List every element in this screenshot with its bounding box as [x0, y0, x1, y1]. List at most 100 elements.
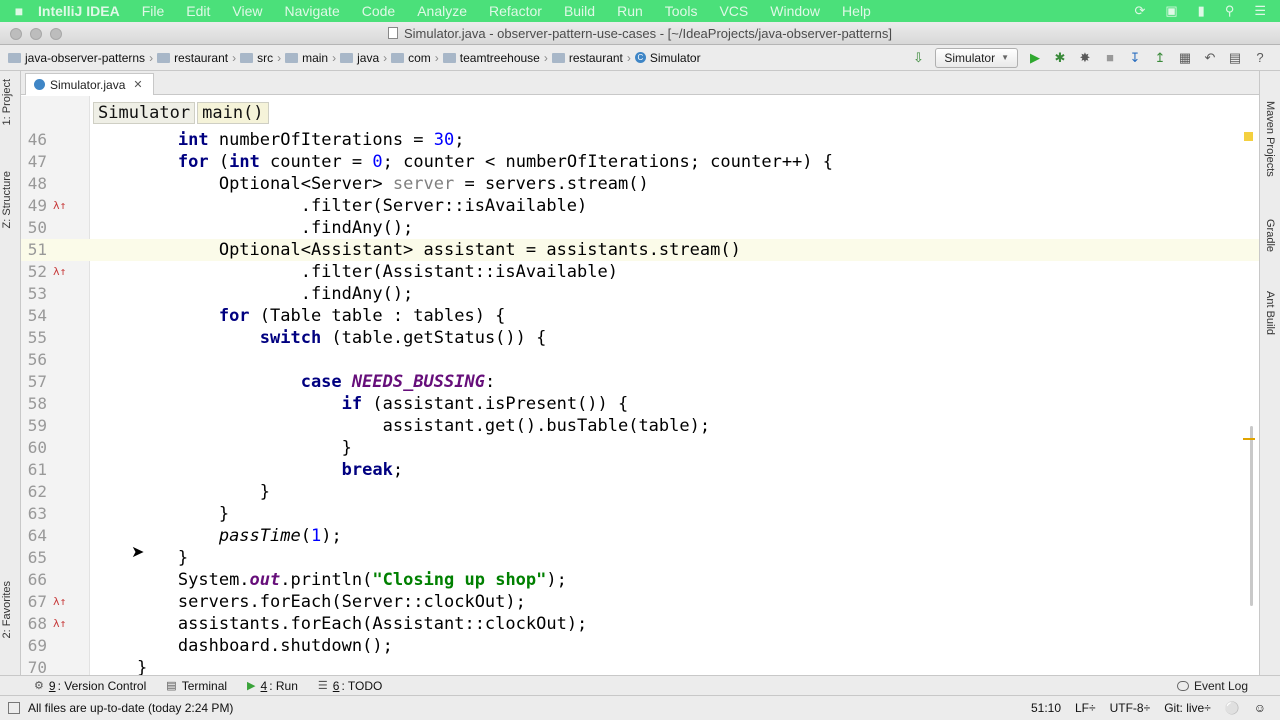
close-window-button[interactable] — [10, 28, 22, 40]
event-log-button[interactable]: Event Log — [1176, 679, 1248, 693]
app-name-menu[interactable]: IntelliJ IDEA — [38, 3, 120, 19]
code-editor[interactable]: Simulator main() 46 int numberOfIteratio… — [21, 96, 1259, 675]
project-structure-icon[interactable]: ▤ — [1227, 50, 1243, 66]
zoom-window-button[interactable] — [50, 28, 62, 40]
inspection-status-icon[interactable] — [1244, 132, 1253, 141]
tool-window-gradle[interactable]: Gradle — [1264, 219, 1276, 252]
code-text: } — [218, 504, 230, 524]
menu-edit[interactable]: Edit — [186, 3, 210, 19]
help-icon[interactable]: ? — [1252, 50, 1268, 66]
display-icon[interactable]: ▣ — [1165, 3, 1177, 19]
tool-window-project[interactable]: 1: Project — [1, 79, 13, 125]
lambda-icon[interactable]: λ↑ — [53, 617, 67, 631]
build-hammer-icon[interactable]: ⇩ — [910, 50, 926, 66]
run-icon: ▶ — [247, 680, 256, 692]
menu-code[interactable]: Code — [362, 3, 395, 19]
sync-icon[interactable]: ⟳ — [1134, 3, 1145, 19]
tool-window-terminal[interactable]: ▤ Terminal — [166, 679, 227, 693]
lambda-icon[interactable]: λ↑ — [53, 265, 67, 279]
chevron-right-icon: › — [626, 50, 631, 65]
menu-help[interactable]: Help — [842, 3, 871, 19]
code-text: assistant.get().busTable(table); — [382, 416, 711, 436]
menu-file[interactable]: File — [142, 3, 165, 19]
tool-windows-toggle-icon[interactable] — [8, 702, 20, 714]
document-icon — [387, 27, 398, 39]
folder-icon — [240, 52, 254, 63]
line-number: 61 — [27, 460, 47, 479]
git-branch[interactable]: Git: live÷ — [1164, 701, 1211, 715]
breadcrumb-item[interactable]: com › — [391, 51, 439, 65]
folder-icon — [442, 52, 456, 63]
chevron-right-icon: › — [149, 50, 154, 65]
current-line-marker[interactable] — [1243, 438, 1255, 440]
close-icon[interactable]: ✕ — [133, 78, 142, 91]
tool-window-structure[interactable]: Z: Structure — [1, 171, 13, 228]
breadcrumb-item[interactable]: restaurant › — [551, 50, 631, 65]
breadcrumb-item[interactable]: main › — [285, 51, 336, 65]
notification-icon[interactable]: ☰ — [1254, 3, 1266, 19]
line-number: 69 — [27, 636, 47, 655]
vertical-scrollbar[interactable] — [1250, 426, 1253, 606]
tool-window-ant-build[interactable]: Ant Build — [1264, 291, 1276, 335]
coverage-icon[interactable]: ✸ — [1077, 50, 1093, 66]
line-number: 52 — [27, 262, 47, 281]
editor-crumb-class[interactable]: Simulator — [93, 102, 196, 124]
menu-build[interactable]: Build — [564, 3, 595, 19]
line-number: 53 — [27, 284, 47, 303]
menu-view[interactable]: View — [232, 3, 262, 19]
breadcrumb-item[interactable]: teamtreehouse › — [442, 50, 548, 65]
run-configuration-select[interactable]: Simulator ▼ — [935, 47, 1018, 68]
revert-icon[interactable]: ↶ — [1202, 50, 1218, 66]
file-encoding[interactable]: UTF-8÷ — [1110, 701, 1151, 715]
code-line: 64 passTime(1); — [21, 525, 1259, 547]
vcs-compare-icon[interactable]: ▦ — [1177, 50, 1193, 66]
tool-window-maven[interactable]: Maven Projects — [1264, 101, 1276, 177]
code-text: switch (table.getStatus()) { — [259, 328, 547, 348]
breadcrumb-item[interactable]: java › — [340, 51, 387, 65]
menu-refactor[interactable]: Refactor — [489, 3, 542, 19]
breadcrumb-item[interactable]: restaurant › — [157, 51, 236, 65]
breadcrumb-item[interactable]: C Simulator — [634, 51, 701, 65]
tool-window-todo[interactable]: ☰ 6: TODO — [318, 679, 382, 693]
tool-label: : Run — [269, 678, 298, 693]
battery-icon[interactable]: ▮ — [1198, 3, 1205, 19]
lambda-icon[interactable]: λ↑ — [53, 199, 67, 213]
lambda-icon[interactable]: λ↑ — [53, 595, 67, 609]
menu-navigate[interactable]: Navigate — [284, 3, 339, 19]
code-line: 68 λ↑ assistants.forEach(Assistant::clock… — [21, 613, 1259, 635]
tool-label: : TODO — [341, 678, 383, 693]
menu-vcs[interactable]: VCS — [719, 3, 748, 19]
vcs-update-icon[interactable]: ↧ — [1127, 50, 1143, 66]
code-line: 49 λ↑ .filter(Server::isAvailable) — [21, 195, 1259, 217]
breadcrumb-label: restaurant — [174, 50, 229, 65]
line-separator[interactable]: LF÷ — [1075, 701, 1096, 715]
editor-crumb-method[interactable]: main() — [197, 102, 269, 124]
tool-window-version-control[interactable]: ⚙ 9: Version Control — [34, 679, 146, 693]
tool-window-run[interactable]: ▶ 4: Run — [247, 679, 298, 693]
code-line: 61 break; — [21, 459, 1259, 481]
stop-icon[interactable]: ■ — [1102, 50, 1118, 66]
breadcrumb-label: java — [357, 50, 380, 65]
lock-icon[interactable]: ⚪ — [1225, 701, 1240, 715]
menu-run[interactable]: Run — [617, 3, 643, 19]
breadcrumb-item[interactable]: src › — [240, 51, 281, 65]
minimize-window-button[interactable] — [30, 28, 42, 40]
breadcrumb-item[interactable]: java-observer-patterns › — [8, 51, 153, 65]
vcs-commit-icon[interactable]: ↥ — [1152, 50, 1168, 66]
code-text: for (int counter = 0; counter < numberOf… — [177, 152, 833, 172]
breadcrumb-label: java-observer-patterns — [25, 50, 146, 65]
debug-icon[interactable]: ✱ — [1052, 50, 1068, 66]
menu-tools[interactable]: Tools — [665, 3, 698, 19]
tool-window-favorites[interactable]: 2: Favorites — [1, 581, 13, 638]
run-icon[interactable]: ▶ — [1027, 50, 1043, 66]
breadcrumb-label: teamtreehouse — [459, 50, 540, 65]
menu-analyze[interactable]: Analyze — [417, 3, 467, 19]
caret-position[interactable]: 51:10 — [1031, 701, 1061, 715]
code-text: } — [136, 658, 148, 675]
spotlight-icon[interactable]: ⚲ — [1225, 3, 1235, 19]
tab-simulator-java[interactable]: Simulator.java ✕ — [25, 73, 154, 95]
inspector-icon[interactable]: ☺ — [1254, 701, 1266, 715]
terminal-icon: ▤ — [166, 680, 177, 692]
apple-icon[interactable]: ■ — [0, 3, 38, 19]
menu-window[interactable]: Window — [770, 3, 820, 19]
